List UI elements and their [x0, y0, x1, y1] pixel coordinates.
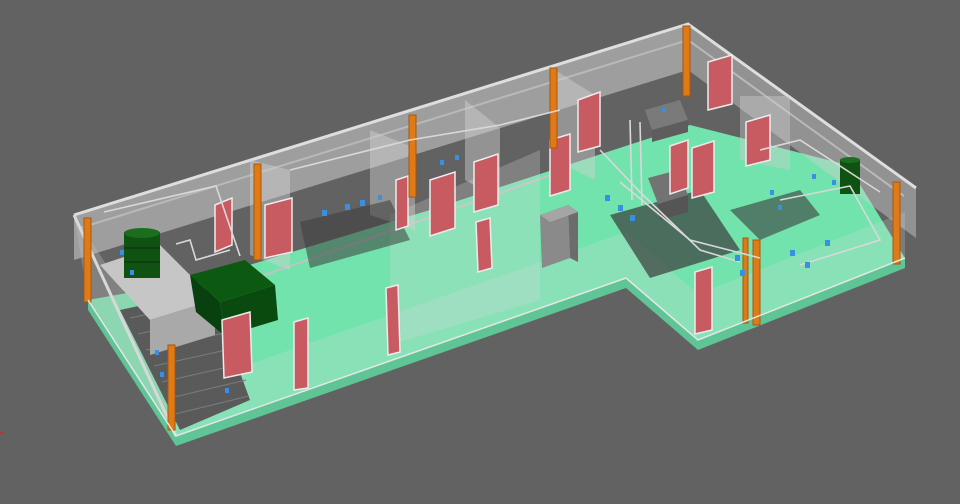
column [83, 217, 92, 303]
3d-viewport[interactable] [0, 0, 960, 504]
door[interactable] [577, 90, 601, 153]
door[interactable] [385, 284, 401, 356]
door[interactable] [395, 174, 409, 232]
door[interactable] [221, 311, 253, 379]
green-tank-right-top [840, 157, 860, 163]
door[interactable] [293, 317, 309, 391]
door[interactable] [475, 217, 493, 273]
building-model-scene[interactable] [0, 0, 960, 504]
door[interactable] [745, 114, 771, 167]
door[interactable] [691, 139, 715, 199]
door[interactable] [429, 170, 456, 238]
column [752, 239, 761, 326]
green-tank-left[interactable] [124, 232, 160, 278]
column [167, 344, 176, 431]
door[interactable] [473, 152, 499, 213]
door[interactable] [694, 265, 713, 335]
column [742, 237, 749, 324]
column [253, 163, 262, 261]
green-tank-left-top [124, 228, 160, 238]
column [682, 25, 691, 97]
door[interactable] [707, 54, 733, 111]
door[interactable] [264, 197, 293, 259]
axis-indicator [0, 432, 4, 434]
door[interactable] [669, 138, 689, 196]
column [892, 181, 901, 265]
column [408, 114, 417, 198]
column [549, 67, 558, 149]
